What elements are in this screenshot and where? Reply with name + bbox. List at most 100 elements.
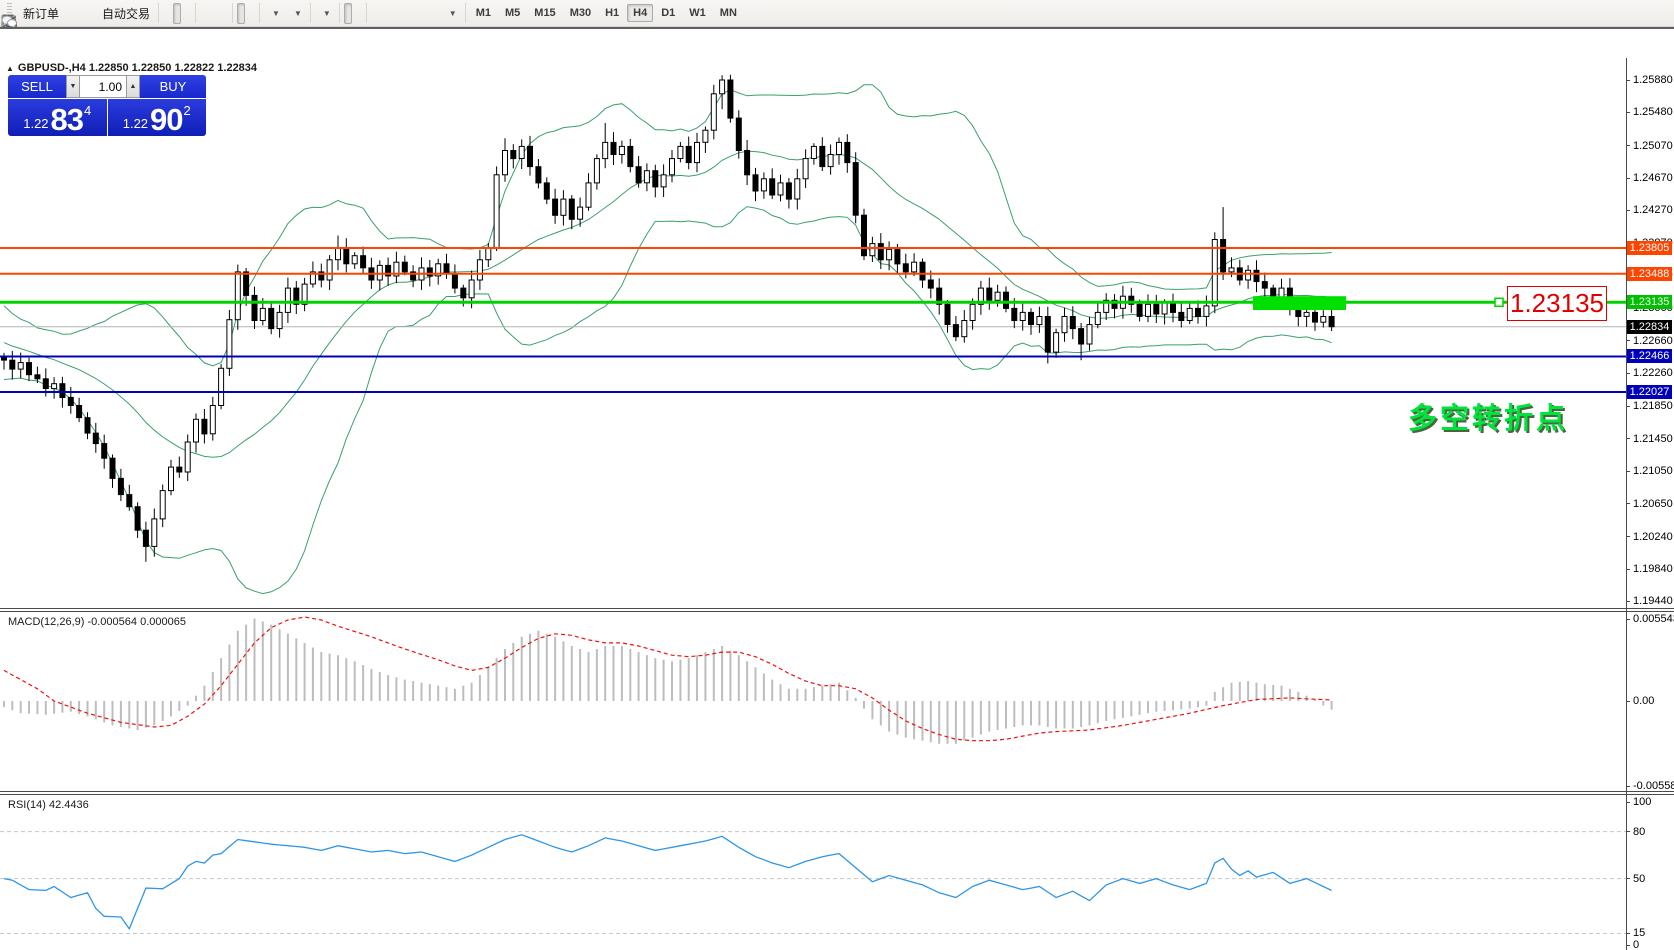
callout-anchor-handle[interactable] [1494,297,1504,308]
rsi-panel-canvas[interactable] [0,795,1626,950]
cursor-button[interactable] [6,2,352,29]
horizontal-line-button[interactable] [2,3,389,24]
bearish-candle [652,170,659,188]
autotrading-button[interactable]: 自动交易 [1,3,154,29]
timeframe-h1-button[interactable]: H1 [599,4,625,22]
search-button[interactable] [2,3,1659,30]
vertical-line-button[interactable] [8,3,379,29]
chat-button[interactable] [1,3,1669,30]
sell-button[interactable]: SELL [8,75,66,98]
timeframe-h4-button[interactable]: H4 [627,4,654,22]
fibonacci-button[interactable]: F [2,3,419,30]
bullish-candle [585,182,592,208]
bar-chart-button[interactable] [3,3,171,27]
chevron-down-icon[interactable]: ▼ [323,9,331,18]
bearish-candle [819,145,826,168]
price-tick-dash [1626,372,1630,374]
price-tick-label: 1.21850 [1633,400,1673,413]
price-tick-dash [1626,405,1630,407]
zoom-in-button[interactable] [2,3,208,30]
timeframe-m1-button[interactable]: M1 [470,4,497,22]
trendline-button[interactable] [2,3,399,28]
bearish-candle [451,273,458,289]
macd-panel-canvas[interactable] [0,612,1626,791]
bullish-candle [694,141,700,164]
one-click-trading-panel: SELL ▼ 1.00 ▲ BUY 1.22 83 4 1.22 90 2 [8,75,206,136]
bullish-candle [1228,267,1235,273]
tile-windows-button[interactable] [2,3,228,28]
text-label-button[interactable]: T [2,3,439,29]
new-order-button[interactable]: 新订单 [2,3,63,29]
bearish-candle [1253,269,1260,283]
bearish-candle [543,182,550,200]
bullish-candle [326,259,333,281]
panel-splitter[interactable] [0,608,1674,612]
bullish-candle [1086,324,1093,345]
buy-button[interactable]: BUY [140,75,206,98]
auto-scroll-button[interactable] [3,2,246,28]
timeframe-m30-button[interactable]: M30 [564,4,597,22]
bullish-candle [351,255,358,265]
chart-annotation-text[interactable]: 多空转折点 [1408,395,1568,437]
indicators-button[interactable]: ▼ [1,3,335,28]
bullish-candle [1094,311,1101,325]
bullish-candle [560,198,567,216]
chevron-down-icon[interactable]: ▼ [294,9,302,18]
timeframe-m5-button[interactable]: M5 [499,4,526,22]
bullish-candle [518,145,525,160]
mt4-application: 新订单自动交易▼▼▼EFAT▼M1M5M15M30H1H4D1W1MN ▲GBP… [0,0,1674,950]
volume-up-button[interactable]: ▲ [126,75,140,98]
price-chart-canvas[interactable] [0,58,1626,608]
rsi-axis-label: 0 [1633,939,1640,950]
bearish-candle [343,247,350,265]
bullish-candle [1186,307,1193,321]
collapse-arrow-icon[interactable]: ▲ [6,64,14,73]
chart-shift-button[interactable] [2,3,255,28]
shapes-button[interactable]: ▼ [2,3,461,28]
bearish-candle [251,294,258,321]
bullish-candle [502,150,508,176]
macd-signal-line [3,616,1332,742]
rsi-axis-label: 15 [1633,927,1646,940]
signals-button[interactable] [2,3,93,27]
highlight-zone-rect[interactable] [1253,296,1346,310]
buy-price[interactable]: 1.22 90 2 [107,99,206,136]
bearish-candle [568,198,575,220]
channel-button[interactable]: E [1,3,409,30]
bearish-candle [42,378,49,389]
charts-button[interactable] [1,3,83,28]
profiles-button[interactable]: ▼ [2,3,306,29]
bearish-candle [610,141,617,156]
styler-button[interactable] [2,3,73,27]
pivot-marker: 1.23135 [1627,295,1672,310]
chevron-down-icon[interactable]: ▼ [272,9,280,18]
price-tick-dash [1626,470,1630,472]
bullish-candle [17,362,24,370]
price-tick-label: 1.20240 [1633,530,1673,543]
text-button[interactable]: A [5,3,429,29]
bullish-candle [218,367,225,406]
timeframe-m15-button[interactable]: M15 [528,4,561,22]
volume-input[interactable]: 1.00 [80,75,126,98]
timeframe-d1-button[interactable]: D1 [655,4,681,22]
price-tick-dash [1626,438,1630,440]
candlestick-button[interactable] [2,2,182,29]
bearish-candle [1178,311,1185,321]
timeframe-w1-button[interactable]: W1 [683,4,712,22]
sell-price[interactable]: 1.22 83 4 [8,99,107,136]
line-chart-button[interactable] [1,3,191,27]
panel-splitter[interactable] [0,791,1674,795]
price-axis[interactable]: 1.25880 1.25480 1.25070 1.24670 1.24270 1.238… [1626,58,1674,950]
zoom-out-button[interactable] [2,3,218,30]
bullish-candle [184,441,191,473]
crosshair-button[interactable] [2,3,362,29]
timeframe-mn-button[interactable]: MN [714,4,743,22]
bullish-candle [1161,302,1168,315]
bullish-candle [836,141,842,156]
price-callout-box[interactable]: 1.23135 [1507,286,1607,321]
volume-down-button[interactable]: ▼ [66,75,80,98]
bullish-candle [593,158,600,184]
new-chart-button[interactable]: ▼ [1,3,284,29]
bullish-candle [276,311,283,330]
chevron-down-icon[interactable]: ▼ [449,9,457,18]
